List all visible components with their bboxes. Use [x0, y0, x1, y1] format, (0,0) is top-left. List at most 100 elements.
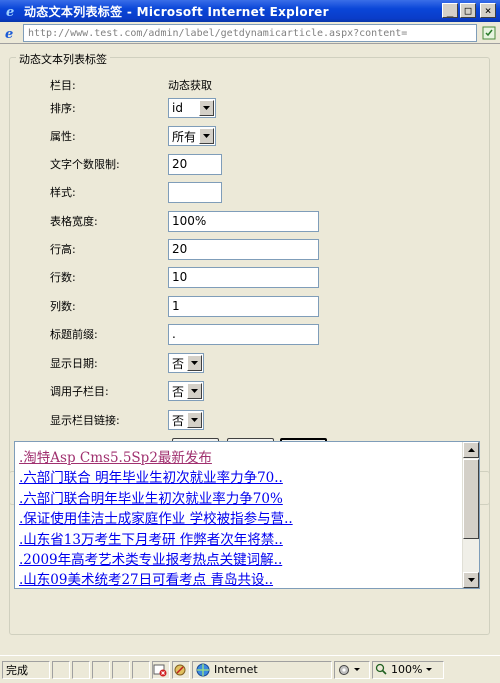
address-input[interactable]: http://www.test.com/admin/label/getdynam…	[23, 23, 477, 42]
style-label: 样式:	[50, 186, 76, 199]
list-item: .山东省13万考生下月考研 作弊者次年将禁..	[15, 530, 463, 550]
window-controls: _ □ ×	[442, 3, 496, 18]
scroll-thumb[interactable]	[463, 459, 479, 539]
subcol-select[interactable]: 否	[168, 381, 204, 401]
row-prefix: 标题前缀: .	[50, 323, 319, 345]
list-item: .2009年高考艺术类专业报考热点关键词解..	[15, 550, 463, 570]
row-tablewidth: 表格宽度: 100%	[50, 210, 319, 232]
chevron-down-icon[interactable]	[199, 100, 214, 116]
scroll-up-icon[interactable]	[463, 442, 479, 458]
showdate-select[interactable]: 否	[168, 353, 204, 373]
list-item: .六部门联合明年毕业生初次就业率力争70%	[15, 489, 463, 509]
cols-label: 列数:	[50, 300, 76, 313]
zoom-pane[interactable]: 100%	[372, 660, 444, 679]
collink-label: 显示栏目链接:	[50, 414, 120, 427]
row-collink: 显示栏目链接: 否	[50, 409, 204, 431]
subcol-label: 调用子栏目:	[50, 385, 109, 398]
svg-text:e: e	[6, 5, 14, 18]
title-bar[interactable]: e 动态文本列表标签 - Microsoft Internet Explorer…	[0, 0, 500, 22]
globe-icon	[196, 663, 210, 677]
showdate-label: 显示日期:	[50, 357, 98, 370]
privacy-icon[interactable]	[172, 660, 190, 679]
status-pane	[52, 660, 70, 679]
tablewidth-input[interactable]: 100%	[168, 210, 319, 232]
list-item: .保证使用佳洁士成家庭作业 学校被指参与营..	[15, 509, 463, 529]
row-sort: 排序: id	[50, 97, 216, 119]
list-item: .淘特Asp Cms5.5Sp2最新发布	[15, 448, 463, 468]
collink-select[interactable]: 否	[168, 410, 204, 430]
column-value: 动态获取	[168, 79, 212, 92]
row-showdate: 显示日期: 否	[50, 352, 204, 374]
chevron-down-icon[interactable]	[354, 668, 360, 671]
status-pane	[72, 660, 90, 679]
list-item: .山东09美术统考27日可看考点 青岛共设..	[15, 570, 463, 588]
chevron-down-icon[interactable]	[426, 668, 433, 671]
zoom-level: 100%	[391, 663, 423, 676]
article-link[interactable]: .保证使用佳洁士成家庭作业 学校被指参与营..	[19, 511, 293, 527]
tablewidth-label: 表格宽度:	[50, 215, 98, 228]
chevron-down-icon[interactable]	[187, 355, 202, 371]
zoom-icon[interactable]	[375, 663, 388, 676]
row-style: 样式:	[50, 181, 222, 203]
showdate-select-value: 否	[172, 356, 185, 371]
row-rows: 行数: 10	[50, 266, 319, 288]
row-charlimit: 文字个数限制: 20	[50, 153, 222, 175]
sort-select-value: id	[172, 101, 183, 115]
rowheight-label: 行高:	[50, 243, 76, 256]
page-icon: e	[3, 25, 19, 41]
attr-select[interactable]: 所有	[168, 126, 216, 146]
article-link[interactable]: .六部门联合明年毕业生初次就业率力争70%	[19, 491, 283, 507]
window-title: 动态文本列表标签 - Microsoft Internet Explorer	[24, 4, 329, 19]
article-link[interactable]: .2009年高考艺术类专业报考热点关键词解..	[19, 552, 282, 568]
row-rowheight: 行高: 20	[50, 238, 319, 260]
security-icon[interactable]	[481, 25, 497, 41]
collink-select-value: 否	[172, 413, 185, 428]
ie-logo-icon: e	[4, 3, 20, 19]
attr-select-value: 所有	[172, 129, 197, 144]
gear-icon[interactable]	[337, 663, 351, 677]
svg-text:e: e	[5, 27, 13, 40]
charlimit-label: 文字个数限制:	[50, 158, 120, 171]
minimize-button[interactable]: _	[442, 3, 458, 18]
column-label: 栏目:	[50, 79, 76, 92]
chevron-down-icon[interactable]	[199, 128, 214, 144]
article-link[interactable]: .六部门联合 明年毕业生初次就业率力争70..	[19, 470, 283, 486]
sort-select[interactable]: id	[168, 98, 216, 118]
status-pane	[92, 660, 110, 679]
row-subcol: 调用子栏目: 否	[50, 380, 204, 402]
address-bar: e http://www.test.com/admin/label/getdyn…	[0, 22, 500, 44]
prefix-input[interactable]: .	[168, 323, 319, 345]
article-link[interactable]: .山东09美术统考27日可看考点 青岛共设..	[19, 572, 273, 588]
scroll-down-icon[interactable]	[463, 572, 479, 588]
settings-pane[interactable]	[334, 660, 370, 679]
preview-list: .淘特Asp Cms5.5Sp2最新发布 .六部门联合 明年毕业生初次就业率力争…	[15, 448, 463, 588]
zone-label: Internet	[214, 663, 258, 676]
cols-input[interactable]: 1	[168, 295, 319, 317]
style-input[interactable]	[168, 181, 222, 203]
maximize-button[interactable]: □	[460, 3, 476, 18]
row-column: 栏目: 动态获取	[50, 74, 212, 96]
row-cols: 列数: 1	[50, 295, 319, 317]
close-button[interactable]: ×	[480, 3, 496, 18]
subcol-select-value: 否	[172, 384, 185, 399]
row-attr: 属性: 所有	[50, 125, 216, 147]
popup-blocked-icon[interactable]	[152, 660, 170, 679]
rows-label: 行数:	[50, 271, 76, 284]
chevron-down-icon[interactable]	[187, 383, 202, 399]
status-bar: 完成 Internet 100%	[0, 655, 500, 683]
chevron-down-icon[interactable]	[187, 412, 202, 428]
status-text: 完成	[2, 660, 50, 679]
settings-legend: 动态文本列表标签	[16, 51, 110, 67]
sort-label: 排序:	[50, 102, 76, 115]
rowheight-input[interactable]: 20	[168, 238, 319, 260]
attr-label: 属性:	[50, 130, 76, 143]
vertical-scrollbar[interactable]	[462, 442, 479, 588]
charlimit-input[interactable]: 20	[168, 153, 222, 175]
article-link[interactable]: .山东省13万考生下月考研 作弊者次年将禁..	[19, 532, 283, 548]
preview-frame[interactable]: .淘特Asp Cms5.5Sp2最新发布 .六部门联合 明年毕业生初次就业率力争…	[14, 441, 480, 589]
zone-pane: Internet	[192, 660, 332, 679]
status-pane	[112, 660, 130, 679]
status-pane	[132, 660, 150, 679]
rows-input[interactable]: 10	[168, 266, 319, 288]
article-link[interactable]: .淘特Asp Cms5.5Sp2最新发布	[19, 450, 212, 466]
